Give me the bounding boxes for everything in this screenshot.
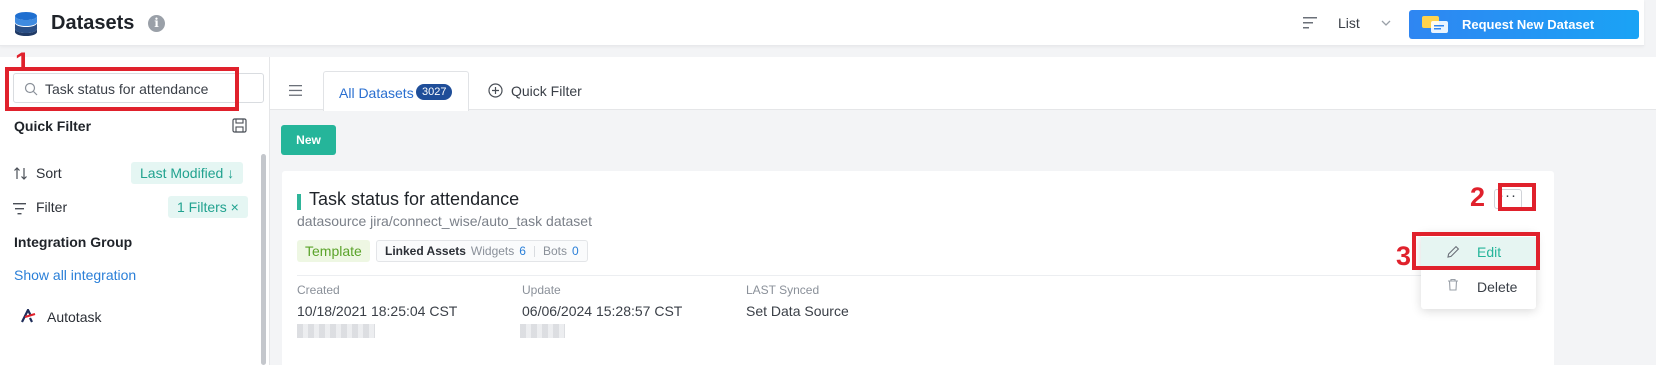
update-value: 06/06/2024 15:28:57 CST bbox=[522, 303, 683, 319]
tab-bar: All Datasets 3027 Quick Filter bbox=[270, 57, 1656, 111]
dataset-count-badge: 3027 bbox=[416, 84, 453, 100]
new-dataset-button[interactable]: New bbox=[281, 125, 336, 155]
dataset-card: Task status for attendance datasource ji… bbox=[282, 171, 1554, 365]
add-circle-icon bbox=[488, 83, 503, 98]
show-all-integration-link[interactable]: Show all integration bbox=[14, 267, 136, 283]
card-divider bbox=[297, 275, 1422, 276]
annotation-number-3: 3 bbox=[1396, 241, 1412, 271]
filter-label: Filter bbox=[36, 199, 68, 215]
tab-quick-filter-label: Quick Filter bbox=[511, 83, 582, 99]
list-view-icon[interactable] bbox=[1303, 16, 1319, 30]
sort-label: Sort bbox=[36, 165, 62, 181]
blurred-created-by bbox=[297, 324, 375, 338]
linked-assets-label: Linked Assets bbox=[385, 244, 466, 258]
menu-item-delete-label: Delete bbox=[1477, 279, 1518, 295]
linked-assets: Linked Assets Widgets 6 Bots 0 bbox=[376, 240, 588, 262]
page-title: Datasets bbox=[51, 12, 135, 34]
filter-value-tag[interactable]: 1 Filters × bbox=[168, 196, 248, 218]
request-new-dataset-button[interactable]: Request New Dataset bbox=[1409, 10, 1639, 39]
chat-bubbles-icon bbox=[1422, 16, 1448, 33]
sort-value-tag[interactable]: Last Modified ↓ bbox=[131, 162, 244, 184]
request-button-label: Request New Dataset bbox=[1462, 17, 1595, 32]
quick-filter-title: Quick Filter bbox=[14, 118, 92, 134]
tab-all-datasets-label: All Datasets bbox=[339, 85, 414, 101]
template-tag: Template bbox=[297, 240, 370, 262]
created-label: Created bbox=[297, 283, 340, 297]
dataset-subtitle: datasource jira/connect_wise/auto_task d… bbox=[297, 213, 592, 229]
chevron-down-icon[interactable] bbox=[1380, 17, 1392, 29]
menu-icon[interactable] bbox=[289, 85, 302, 96]
sort-icon bbox=[14, 167, 27, 180]
widgets-label: Widgets bbox=[470, 244, 515, 258]
database-logo-icon bbox=[15, 12, 37, 36]
annotation-highlight-box-3 bbox=[1412, 232, 1540, 270]
widgets-count[interactable]: 6 bbox=[519, 244, 526, 258]
left-panel: 1 Quick Filter Sort Last Modified ↓ Filt… bbox=[0, 47, 270, 365]
integration-group-title: Integration Group bbox=[14, 234, 133, 250]
created-value: 10/18/2021 18:25:04 CST bbox=[297, 303, 458, 319]
blurred-updated-by bbox=[520, 324, 565, 338]
last-synced-label: LAST Synced bbox=[746, 283, 820, 297]
save-icon[interactable] bbox=[232, 118, 247, 133]
dataset-title[interactable]: Task status for attendance bbox=[309, 189, 519, 210]
main-content: All Datasets 3027 Quick Filter New Task … bbox=[270, 57, 1656, 365]
bots-label: Bots bbox=[542, 244, 567, 258]
autotask-logo-icon bbox=[21, 309, 36, 323]
annotation-highlight-box-1: 1 bbox=[5, 47, 239, 111]
view-mode-select[interactable]: List bbox=[1338, 15, 1360, 31]
bots-count[interactable]: 0 bbox=[572, 244, 579, 258]
annotation-number-2: 2 bbox=[1470, 182, 1486, 212]
top-header: Datasets i List Request New Dataset bbox=[0, 0, 1644, 46]
card-accent-bar bbox=[297, 194, 301, 210]
integration-item-autotask[interactable]: Autotask bbox=[47, 309, 101, 325]
update-label: Update bbox=[522, 283, 561, 297]
divider bbox=[533, 246, 535, 258]
sidebar-scrollbar[interactable] bbox=[261, 154, 266, 365]
annotation-highlight-box-2 bbox=[1498, 183, 1536, 211]
tab-all-datasets[interactable]: All Datasets 3027 bbox=[323, 71, 469, 111]
set-data-source-value: Set Data Source bbox=[746, 303, 849, 319]
trash-icon bbox=[1448, 278, 1458, 291]
annotation-number-1: 1 bbox=[15, 47, 31, 77]
info-icon[interactable]: i bbox=[148, 15, 165, 32]
filter-icon bbox=[13, 203, 26, 215]
